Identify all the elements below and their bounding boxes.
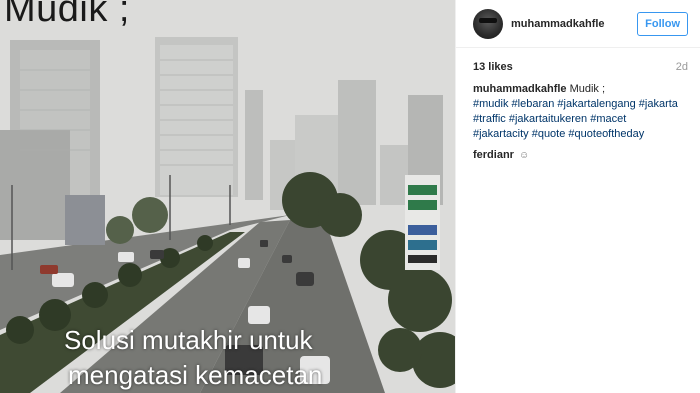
caption-username[interactable]: muhammadkahfle: [473, 83, 567, 95]
comment-username[interactable]: ferdianr: [473, 149, 514, 161]
hashtag-quoteoftheday[interactable]: #quoteoftheday: [568, 128, 644, 140]
avatar[interactable]: [473, 8, 503, 39]
hashtag-lebaran[interactable]: #lebaran: [512, 98, 555, 110]
caption-text: Mudik ;: [569, 83, 606, 95]
hashtag-mudik[interactable]: #mudik: [473, 98, 508, 110]
hashtag-jakartacity[interactable]: #jakartacity: [473, 128, 529, 140]
post-header: muhammadkahfle Follow: [456, 0, 700, 48]
photo-overlay-caption-line1: Solusi mutakhir untuk: [64, 325, 313, 355]
hashtag-quote[interactable]: #quote: [532, 128, 566, 140]
post-age: 2d: [675, 61, 688, 73]
hashtag-jakartaitukeren[interactable]: #jakartaitukeren: [509, 113, 587, 125]
comments-section: muhammadkahfle Mudik ; #mudik #lebaran #…: [456, 74, 700, 163]
hashtag-traffic[interactable]: #traffic: [473, 113, 506, 125]
hashtag-jakartalengang[interactable]: #jakartalengang: [557, 98, 635, 110]
follow-button[interactable]: Follow: [637, 11, 688, 36]
comment-item: ferdianr ☺: [473, 148, 688, 163]
caption-comment: muhammadkahfle Mudik ; #mudik #lebaran #…: [473, 82, 688, 142]
photo-overlay-caption-line2: mengatasi kemacetan: [68, 360, 323, 390]
post-meta: 13 likes 2d: [456, 60, 700, 74]
instagram-post: Mudik ; Solusi mutakhir untuk mengatasi …: [0, 0, 700, 393]
post-photo[interactable]: Mudik ; Solusi mutakhir untuk mengatasi …: [0, 0, 455, 393]
photo-overlay-title: Mudik ;: [4, 0, 130, 30]
header-username[interactable]: muhammadkahfle: [511, 18, 637, 30]
likes-count[interactable]: 13 likes: [473, 61, 513, 73]
post-sidebar: muhammadkahfle Follow 13 likes 2d muhamm…: [455, 0, 700, 393]
smile-emoji-icon: ☺: [519, 150, 530, 161]
hashtag-jakarta[interactable]: #jakarta: [639, 98, 678, 110]
hashtag-macet[interactable]: #macet: [590, 113, 626, 125]
